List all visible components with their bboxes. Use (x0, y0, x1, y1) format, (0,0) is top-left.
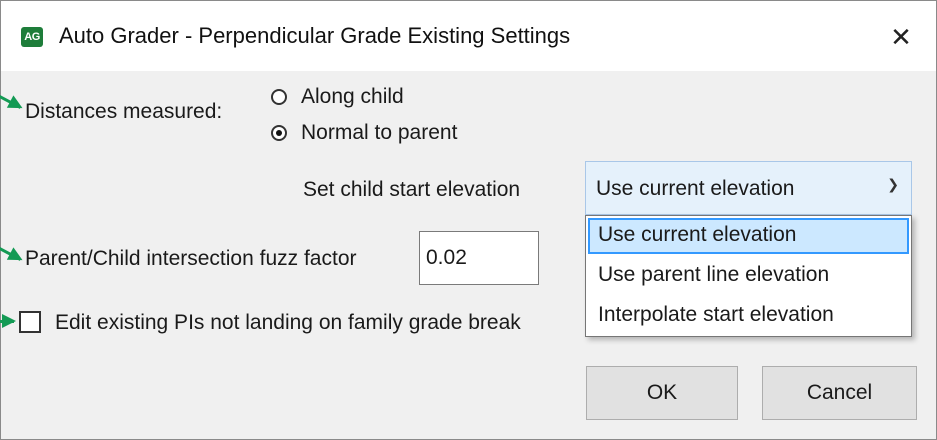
fuzz-factor-input[interactable]: 0.02 (419, 231, 539, 285)
child-start-elevation-value: Use current elevation (596, 177, 795, 200)
edit-existing-pis-label: Edit existing PIs not landing on family … (55, 311, 521, 334)
radio-normal-to-parent-circle[interactable] (271, 125, 287, 141)
dropdown-option-use-current-elevation[interactable]: Use current elevation (588, 218, 909, 254)
dropdown-option-interpolate-start-elevation[interactable]: Interpolate start elevation (588, 298, 909, 334)
edit-existing-pis-checkbox[interactable] (19, 311, 41, 333)
child-start-elevation-dropdown: Use current elevation Use parent line el… (585, 215, 912, 337)
radio-normal-to-parent-label: Normal to parent (301, 121, 458, 144)
annotation-arrow-edit-pis (0, 314, 16, 328)
auto-grader-app-icon: AG (21, 27, 43, 47)
fuzz-factor-label: Parent/Child intersection fuzz factor (25, 247, 357, 270)
dropdown-option-use-parent-line-elevation[interactable]: Use parent line elevation (588, 258, 909, 294)
radio-along-child-circle[interactable] (271, 89, 287, 105)
ok-button[interactable]: OK (586, 366, 738, 420)
settings-dialog: AG Auto Grader - Perpendicular Grade Exi… (0, 0, 937, 440)
child-start-elevation-label: Set child start elevation (303, 178, 521, 201)
cancel-button[interactable]: Cancel (762, 366, 917, 420)
radio-along-child[interactable]: Along child (271, 83, 404, 111)
radio-normal-to-parent[interactable]: Normal to parent (271, 119, 457, 147)
window-title: Auto Grader - Perpendicular Grade Existi… (59, 23, 571, 48)
title-bar: AG Auto Grader - Perpendicular Grade Exi… (1, 1, 936, 71)
chevron-down-icon[interactable]: ❯ (887, 176, 899, 193)
child-start-elevation-select[interactable]: Use current elevation ❯ (585, 161, 912, 215)
close-icon[interactable]: ✕ (877, 15, 925, 59)
distances-measured-label: Distances measured: (25, 100, 223, 123)
radio-along-child-label: Along child (301, 85, 404, 108)
